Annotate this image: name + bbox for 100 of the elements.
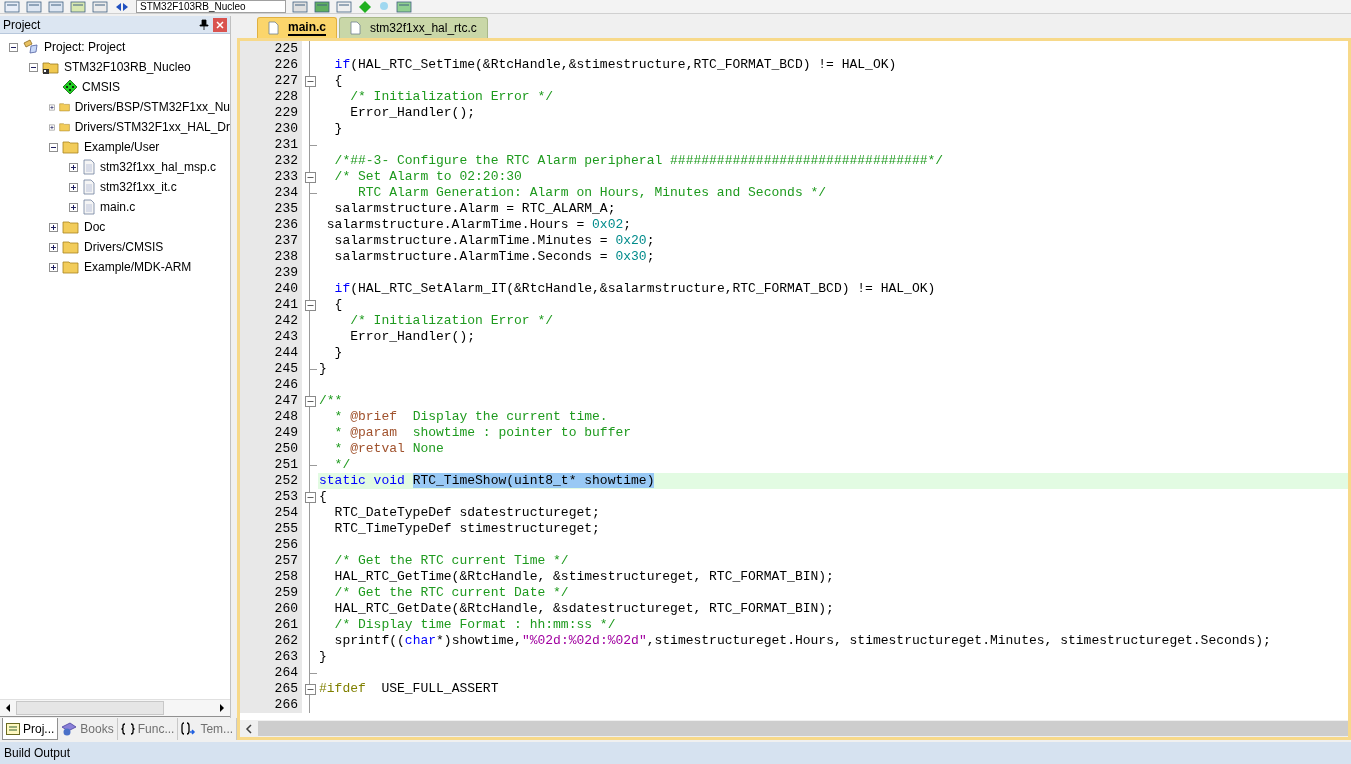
line-number: 231: [240, 137, 302, 153]
tree-item[interactable]: stm32f1xx_hal_msp.c: [100, 158, 217, 176]
line-number: 252: [240, 473, 302, 489]
code-line: RTC_DateTypeDef sdatestructureget;: [333, 505, 600, 521]
code-line: static void RTC_TimeShow(uint8_t* showtime): [319, 473, 655, 489]
code-line: salarmstructure.AlarmTime.Minutes = 0x20;: [333, 233, 655, 249]
code-line: */: [333, 457, 351, 473]
tree-item[interactable]: Example/MDK-ARM: [84, 258, 192, 276]
code-line: }: [333, 345, 343, 361]
fold-icon[interactable]: [304, 171, 316, 183]
panel-tab[interactable]: Tem...: [178, 718, 238, 740]
line-number: 239: [240, 265, 302, 281]
tree-item[interactable]: Project: Project: [44, 38, 126, 56]
line-number: 255: [240, 521, 302, 537]
tree-item[interactable]: Drivers/STM32F1xx_HAL_Dr: [74, 118, 230, 136]
expand-icon[interactable]: [69, 162, 78, 172]
line-number: 235: [240, 201, 302, 217]
collapse-icon[interactable]: [49, 142, 58, 152]
expand-icon[interactable]: [69, 182, 78, 192]
code-line: Error_Handler();: [349, 105, 476, 121]
tree-item[interactable]: main.c: [100, 198, 136, 216]
code-line: * @param showtime : pointer to buffer: [333, 425, 632, 441]
code-line: }: [319, 361, 327, 377]
close-button[interactable]: [213, 17, 227, 32]
target-dropdown[interactable]: STM32F103RB_Nucleo: [136, 0, 286, 13]
horizontal-scrollbar[interactable]: [0, 699, 230, 716]
fold-icon[interactable]: [304, 395, 316, 407]
fold-icon[interactable]: [304, 299, 316, 311]
code-line: {: [319, 489, 327, 505]
code-line: salarmstructure.AlarmTime.Seconds = 0x30;: [333, 249, 655, 265]
folder-icon: [62, 259, 80, 275]
code-line: * @brief Display the current time.: [333, 409, 608, 425]
expand-icon[interactable]: [49, 242, 58, 252]
book-icon: [61, 722, 78, 736]
line-number: 245: [240, 361, 302, 377]
expand-icon[interactable]: [49, 262, 58, 272]
line-number: 260: [240, 601, 302, 617]
file-icon: [82, 159, 96, 175]
build-output-title: Build Output: [4, 745, 71, 762]
code-line: salarmstructure.Alarm = RTC_ALARM_A;: [333, 201, 616, 217]
line-number: 251: [240, 457, 302, 473]
code-line: if(HAL_RTC_SetAlarm_IT(&RtcHandle,&salarmstructure,RTC_FORMAT_BCD) != HAL_OK): [333, 281, 936, 297]
code-line: salarmstructure.AlarmTime.Hours = 0x02;: [325, 217, 632, 233]
expand-icon[interactable]: [69, 202, 78, 212]
collapse-icon[interactable]: [9, 42, 18, 52]
file-icon: [82, 199, 96, 215]
line-number: 259: [240, 585, 302, 601]
diamond-icon[interactable]: [358, 0, 372, 13]
tree-item[interactable]: stm32f1xx_it.c: [100, 178, 177, 196]
line-number: 225: [240, 41, 302, 57]
project-icon: [22, 39, 40, 55]
line-number: 243: [240, 329, 302, 345]
list-icon: [6, 722, 20, 735]
line-number: 241: [240, 297, 302, 313]
code-editor[interactable]: [237, 38, 1351, 740]
line-number: 226: [240, 57, 302, 73]
panel-tab[interactable]: Proj...: [2, 718, 59, 740]
line-number: 264: [240, 665, 302, 681]
code-line: HAL_RTC_GetDate(&RtcHandle, &sdatestructureget, RTC_FORMAT_BIN);: [333, 601, 834, 617]
tree-item[interactable]: STM32F103RB_Nucleo: [64, 58, 191, 76]
line-number: 253: [240, 489, 302, 505]
line-number: 265: [240, 681, 302, 697]
code-line: /* Display time Format : hh:mm:ss */: [333, 617, 616, 633]
tree-item[interactable]: CMSIS: [82, 78, 120, 96]
line-number: 257: [240, 553, 302, 569]
line-number: 227: [240, 73, 302, 89]
code-line: Error_Handler();: [349, 329, 476, 345]
line-number: 244: [240, 345, 302, 361]
tree-item[interactable]: Example/User: [84, 138, 160, 156]
tree-item[interactable]: Drivers/CMSIS: [84, 238, 164, 256]
code-line: /* Get the RTC current Date */: [333, 585, 569, 601]
pin-icon[interactable]: [199, 18, 209, 31]
folder-icon: [62, 139, 80, 155]
fold-icon[interactable]: [304, 491, 316, 503]
line-number: 240: [240, 281, 302, 297]
code-line: }: [333, 121, 343, 137]
diamond-icon: [62, 79, 78, 95]
file-tab[interactable]: stm32f1xx_hal_rtc.c: [339, 17, 488, 38]
line-number: 242: [240, 313, 302, 329]
code-line: /* Set Alarm to 02:20:30: [333, 169, 522, 185]
folder-icon: [62, 239, 80, 255]
code-line: HAL_RTC_GetTime(&RtcHandle, &stimestructureget, RTC_FORMAT_BIN);: [333, 569, 834, 585]
line-number: 261: [240, 617, 302, 633]
tree-item[interactable]: Drivers/BSP/STM32F1xx_Nu: [74, 98, 230, 116]
line-number: 238: [240, 249, 302, 265]
code-line: if(HAL_RTC_SetTime(&RtcHandle,&stimestructure,RTC_FORMAT_BCD) != HAL_OK): [333, 57, 897, 73]
expand-icon[interactable]: [49, 222, 58, 232]
line-number: 228: [240, 89, 302, 105]
line-number: 247: [240, 393, 302, 409]
fold-icon[interactable]: [304, 683, 316, 695]
line-number: 233: [240, 169, 302, 185]
file-tab[interactable]: main.c: [257, 17, 337, 38]
code-line: }: [319, 649, 327, 665]
tree-item[interactable]: Doc: [84, 218, 106, 236]
line-number: 254: [240, 505, 302, 521]
collapse-icon[interactable]: [29, 62, 38, 72]
fold-icon[interactable]: [304, 75, 316, 87]
arrows-icon[interactable]: [114, 0, 130, 13]
scroll-thumb[interactable]: [16, 701, 164, 715]
code-line: RTC_TimeTypeDef stimestructureget;: [333, 521, 600, 537]
